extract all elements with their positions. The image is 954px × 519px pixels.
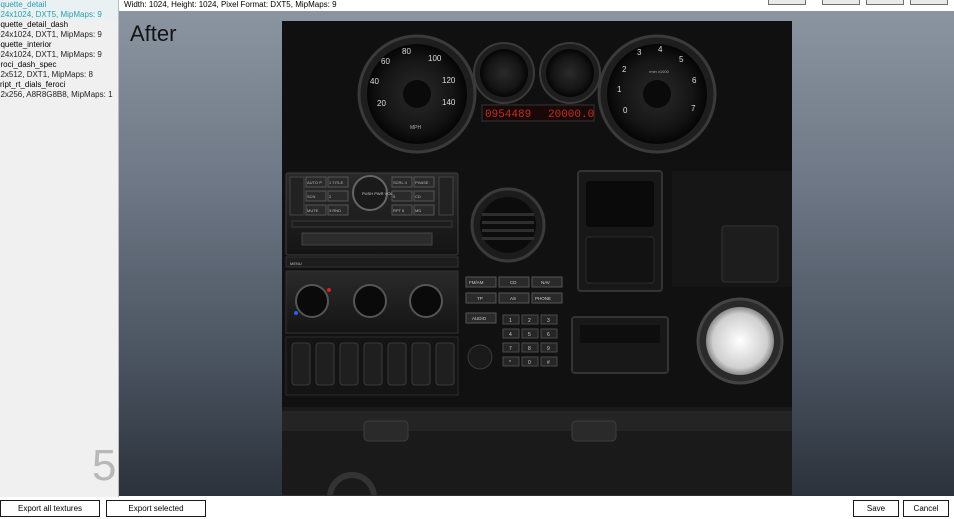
svg-text:60: 60: [381, 57, 390, 66]
dome-light: [696, 297, 784, 385]
dashboard-image: 20 40 60 80 100 120 140 MPH 0954489 2000…: [282, 21, 792, 519]
svg-text:0: 0: [528, 360, 531, 366]
svg-text:AS: AS: [510, 296, 516, 301]
svg-text:8: 8: [528, 346, 531, 352]
trip-meter: 20000.0: [548, 109, 594, 121]
texture-info: 024x1024, DXT1, MipMaps: 9: [0, 30, 102, 39]
texture-info: 12x256, A8R8G8B8, MipMaps: 1: [0, 90, 113, 99]
svg-text:140: 140: [442, 98, 456, 107]
svg-text:CD: CD: [510, 280, 517, 285]
odometer: 0954489: [485, 109, 531, 121]
svg-text:80: 80: [402, 47, 411, 56]
toolbar-button[interactable]: [910, 0, 948, 5]
svg-text:RPT 6: RPT 6: [393, 208, 405, 213]
svg-text:1: 1: [617, 85, 622, 94]
preview-label: After: [130, 21, 177, 46]
svg-text:PUSH PWR VOL: PUSH PWR VOL: [362, 191, 393, 196]
svg-text:120: 120: [442, 76, 456, 85]
radio-unit: AUTO·P 1 TITLE SCN 2 MUTE 3 RND SCRL 4 5…: [285, 172, 459, 256]
cancel-button[interactable]: Cancel: [903, 500, 949, 517]
svg-text:AUTO·P: AUTO·P: [307, 180, 322, 185]
bottom-toolbar: Export all textures Export selected Save…: [0, 497, 954, 519]
svg-text:MPH: MPH: [410, 125, 422, 131]
speedometer-gauge: 20 40 60 80 100 120 140 MPH: [357, 34, 477, 154]
svg-text:7: 7: [509, 346, 512, 352]
svg-text:100: 100: [428, 54, 442, 63]
texture-item[interactable]: eroci_dash_spec 12x512, DXT1, MipMaps: 8: [0, 60, 118, 80]
svg-text:PHASE: PHASE: [415, 180, 429, 185]
texture-list[interactable]: oquette_detail 024x1024, DXT5, MipMaps: …: [0, 0, 119, 497]
texture-name: cript_rt_dials_feroci: [0, 80, 66, 89]
svg-text:CD: CD: [415, 194, 421, 199]
svg-text:7: 7: [691, 104, 696, 113]
svg-text:rmin x1000: rmin x1000: [649, 69, 670, 74]
svg-text:SCRL 4: SCRL 4: [393, 180, 408, 185]
svg-text:MUTE: MUTE: [307, 208, 319, 213]
svg-text:5: 5: [679, 55, 684, 64]
switch-panel: [285, 336, 459, 396]
texture-item[interactable]: cript_rt_dials_feroci 12x256, A8R8G8B8, …: [0, 80, 118, 100]
texture-info-line: Width: 1024, Height: 1024, Pixel Format:…: [124, 0, 337, 9]
texture-name: oquette_detail: [0, 0, 47, 9]
svg-text:FM/AM: FM/AM: [469, 280, 484, 285]
svg-text:20: 20: [377, 99, 386, 108]
toolbar-button[interactable]: [822, 0, 860, 5]
svg-text:4: 4: [658, 45, 663, 54]
svg-text:6: 6: [692, 76, 697, 85]
texture-preview: After 20 40 60 80 100 120 140 MPH 095448…: [119, 11, 954, 519]
texture-info: 024x1024, DXT1, MipMaps: 9: [0, 50, 102, 59]
climate-panel: [285, 270, 459, 334]
texture-item[interactable]: oquette_interior 024x1024, DXT1, MipMaps…: [0, 40, 118, 60]
svg-text:MENU: MENU: [290, 261, 302, 266]
svg-text:3: 3: [637, 48, 642, 57]
svg-text:4: 4: [509, 332, 512, 338]
svg-text:0: 0: [623, 106, 628, 115]
svg-text:AUDIO: AUDIO: [472, 316, 487, 321]
save-button[interactable]: Save: [853, 500, 899, 517]
svg-text:1 TITLE: 1 TITLE: [329, 180, 343, 185]
tachometer-gauge: 0 1 2 3 4 5 6 7 rmin x1000: [597, 34, 717, 154]
svg-text:6: 6: [547, 332, 550, 338]
toolbar-button[interactable]: [866, 0, 904, 5]
svg-text:NAV: NAV: [541, 280, 550, 285]
svg-text:3: 3: [547, 318, 550, 324]
dashboard-texture: 20 40 60 80 100 120 140 MPH 0954489 2000…: [282, 21, 792, 519]
texture-name: oquette_detail_dash: [0, 20, 69, 29]
texture-name: eroci_dash_spec: [0, 60, 57, 69]
page-number: 5: [92, 441, 117, 490]
texture-info: 024x1024, DXT5, MipMaps: 9: [0, 10, 102, 19]
svg-text:*: *: [509, 360, 511, 366]
export-all-button[interactable]: Export all textures: [0, 500, 100, 517]
svg-text:5: 5: [528, 332, 531, 338]
texture-info: 12x512, DXT1, MipMaps: 8: [0, 70, 93, 79]
svg-text:MD: MD: [415, 208, 421, 213]
svg-text:40: 40: [370, 77, 379, 86]
toolbar-button[interactable]: [768, 0, 806, 5]
svg-text:PHONE: PHONE: [535, 296, 551, 301]
svg-text:2: 2: [528, 318, 531, 324]
svg-text:SCN: SCN: [307, 194, 316, 199]
svg-text:2: 2: [622, 65, 627, 74]
svg-text:TP: TP: [477, 296, 483, 301]
texture-name: oquette_interior: [0, 40, 52, 49]
svg-text:1: 1: [509, 318, 512, 324]
svg-text:3 RND: 3 RND: [329, 208, 341, 213]
texture-item[interactable]: oquette_detail 024x1024, DXT5, MipMaps: …: [0, 0, 118, 20]
svg-text:#: #: [547, 360, 550, 366]
export-selected-button[interactable]: Export selected: [106, 500, 206, 517]
svg-text:9: 9: [547, 346, 550, 352]
texture-item[interactable]: oquette_detail_dash 024x1024, DXT1, MipM…: [0, 20, 118, 40]
